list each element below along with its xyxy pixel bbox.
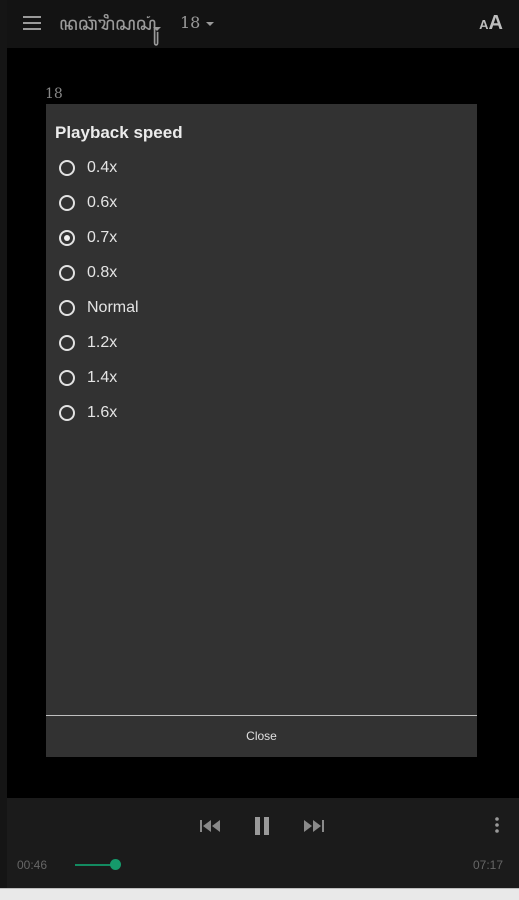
radio-icon[interactable]	[59, 195, 75, 211]
speed-option-label: 1.2x	[87, 334, 118, 351]
speed-option-normal[interactable]: Normal	[59, 292, 359, 327]
text-size-icon[interactable]: AA	[479, 12, 503, 35]
book-title[interactable]: ꦤꦕꦁꦫꦶꦱꦱꦸꦁ	[59, 10, 156, 48]
more-vertical-icon[interactable]	[494, 816, 500, 834]
radio-icon[interactable]	[59, 300, 75, 316]
radio-icon[interactable]	[59, 265, 75, 281]
top-app-bar: ꦤꦕꦁꦫꦶꦱꦱꦸꦁ 18 AA	[7, 0, 519, 48]
speed-options-list: 0.4x 0.6x 0.7x 0.8x Normal 1.2x 1.4x 1.6…	[59, 152, 359, 432]
radio-icon[interactable]	[59, 405, 75, 421]
speed-option-1-4x[interactable]: 1.4x	[59, 362, 359, 397]
audio-player-bar: 00:46 07:17	[7, 798, 519, 888]
chevron-down-icon	[153, 26, 161, 31]
skip-next-icon[interactable]	[301, 816, 325, 836]
book-dropdown[interactable]	[147, 20, 167, 31]
close-button[interactable]: Close	[46, 716, 477, 757]
chapter-selector[interactable]: 18	[180, 13, 215, 32]
speed-option-label: Normal	[87, 299, 139, 316]
chapter-number: 18	[180, 13, 201, 32]
verse-number: 18	[45, 86, 63, 102]
radio-selected-icon[interactable]	[59, 230, 75, 246]
speed-option-0-4x[interactable]: 0.4x	[59, 152, 359, 187]
speed-option-0-8x[interactable]: 0.8x	[59, 257, 359, 292]
playback-speed-dialog: Playback speed 0.4x 0.6x 0.7x 0.8x Norma…	[46, 104, 477, 757]
skip-previous-icon[interactable]	[199, 816, 223, 836]
speed-option-label: 0.4x	[87, 159, 118, 176]
pause-icon[interactable]	[252, 816, 272, 836]
menu-icon[interactable]	[23, 16, 41, 30]
chevron-down-icon	[206, 21, 215, 26]
seek-bar-progress[interactable]	[75, 864, 115, 866]
app-window: ꦤꦕꦁꦫꦶꦱꦱꦸꦁ 18 AA 18 Playback speed 0.4x 0…	[7, 0, 519, 888]
system-bottom-strip	[0, 888, 519, 900]
speed-option-0-7x[interactable]: 0.7x	[59, 222, 359, 257]
speed-option-label: 0.7x	[87, 229, 118, 246]
speed-option-label: 0.6x	[87, 194, 118, 211]
seek-bar-thumb[interactable]	[110, 859, 121, 870]
dialog-title: Playback speed	[55, 123, 183, 142]
total-time: 07:17	[473, 858, 504, 872]
speed-option-label: 1.4x	[87, 369, 118, 386]
speed-option-1-2x[interactable]: 1.2x	[59, 327, 359, 362]
radio-icon[interactable]	[59, 370, 75, 386]
speed-option-label: 1.6x	[87, 404, 118, 421]
elapsed-time: 00:46	[17, 858, 48, 872]
radio-icon[interactable]	[59, 160, 75, 176]
window-frame	[0, 0, 7, 888]
radio-icon[interactable]	[59, 335, 75, 351]
speed-option-label: 0.8x	[87, 264, 118, 281]
speed-option-1-6x[interactable]: 1.6x	[59, 397, 359, 432]
speed-option-0-6x[interactable]: 0.6x	[59, 187, 359, 222]
